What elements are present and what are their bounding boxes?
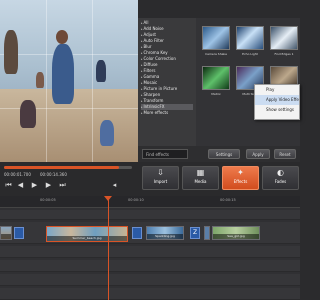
person-figure xyxy=(52,44,74,104)
media-label: Media xyxy=(194,179,207,184)
timeline-clip[interactable]: Sparkling.jpg xyxy=(146,226,184,240)
person-figure xyxy=(4,30,18,74)
person-figure xyxy=(36,72,44,88)
audio-track[interactable] xyxy=(0,260,300,272)
audio-track[interactable] xyxy=(0,274,300,286)
timecode-total: 00:00:14.360 xyxy=(40,172,67,177)
import-icon: ⇩ xyxy=(157,168,164,177)
playhead[interactable] xyxy=(108,196,109,300)
fades-label: Fades xyxy=(274,179,287,184)
effect-thumbnail-label: Camera Shake xyxy=(205,52,227,56)
apply-button[interactable]: Apply xyxy=(246,149,270,159)
effects-track[interactable] xyxy=(0,246,300,258)
context-menu[interactable]: Play Apply Video Effe... Show settings xyxy=(254,84,300,120)
ruler-mark: 00:00:15 xyxy=(220,198,236,202)
clip-label: Summer_beach.jpg xyxy=(47,236,127,241)
video-preview[interactable] xyxy=(0,0,138,162)
effect-thumbnail[interactable] xyxy=(202,66,230,90)
fades-button[interactable]: ◐ Fades xyxy=(262,166,299,190)
effect-thumbnail-label: Matrix xyxy=(211,92,221,96)
effect-thumbnail-label: Echo Light xyxy=(242,52,258,56)
scrub-bar[interactable] xyxy=(4,166,132,169)
person-figure xyxy=(96,60,106,82)
text-track[interactable] xyxy=(0,210,300,220)
transition-marker[interactable] xyxy=(132,227,142,239)
timeline-clip[interactable] xyxy=(0,226,12,240)
frame-divider xyxy=(46,0,47,162)
context-menu-play[interactable]: Play xyxy=(255,85,299,95)
volume-icon[interactable]: ◂ xyxy=(110,181,119,190)
ruler-mark: 00:00:05 xyxy=(40,198,56,202)
frame-divider xyxy=(92,0,93,162)
fx-icon: ✦ xyxy=(237,168,244,177)
timeline-clip[interactable]: Sea_girl.jpg xyxy=(212,226,260,240)
transition-marker[interactable]: Z xyxy=(190,227,200,239)
step-forward-icon[interactable]: ▶ xyxy=(44,181,53,190)
transition-marker[interactable] xyxy=(14,227,24,239)
clip-label: Sparkling.jpg xyxy=(147,234,183,239)
playback-controls: 00:00:01.700 00:00:14.360 ⏮ ◀ ▶ ▶ ⏭ ◂ xyxy=(0,162,138,196)
effects-category-list[interactable]: All Add Noise Adjust Auto Filter Blur Ch… xyxy=(138,18,196,146)
timeline[interactable]: 00:00:05 00:00:10 00:00:15 Summer_beach.… xyxy=(0,196,300,300)
main-toolbar: ⇩ Import ▦ Media ✦ Effects ◐ Fades xyxy=(138,162,300,196)
audio-track[interactable] xyxy=(0,288,300,300)
import-label: Import xyxy=(153,179,168,184)
fade-icon: ◐ xyxy=(277,168,284,177)
import-button[interactable]: ⇩ Import xyxy=(142,166,179,190)
clip-label xyxy=(1,234,11,239)
context-menu-show-settings[interactable]: Show settings xyxy=(255,105,299,115)
effects-button[interactable]: ✦ Effects xyxy=(222,166,259,190)
effect-thumbnail-label: Find Edges 1 xyxy=(274,52,294,56)
person-figure xyxy=(100,120,114,146)
skip-back-icon[interactable]: ⏮ xyxy=(4,181,13,190)
clip-label: Sea_girl.jpg xyxy=(213,234,259,239)
person-head xyxy=(56,30,68,44)
video-track[interactable]: Summer_beach.jpg Sparkling.jpg Z Sea_gir… xyxy=(0,222,300,244)
timeline-clip[interactable] xyxy=(204,226,210,240)
person-figure xyxy=(20,100,36,128)
timeline-clip-selected[interactable]: Summer_beach.jpg xyxy=(46,226,128,242)
media-button[interactable]: ▦ Media xyxy=(182,166,219,190)
effects-toolbar: Find effects Settings Apply Reset xyxy=(138,146,300,162)
effect-thumbnails-panel[interactable]: Camera Shake Echo Light Find Edges 1 Mat… xyxy=(196,18,300,146)
settings-button[interactable]: Settings xyxy=(208,149,240,159)
play-icon[interactable]: ▶ xyxy=(30,181,39,190)
step-back-icon[interactable]: ◀ xyxy=(16,181,25,190)
effect-category-item[interactable]: More effects xyxy=(141,110,193,116)
timeline-ruler[interactable]: 00:00:05 00:00:10 00:00:15 xyxy=(0,196,300,208)
context-menu-apply-video-effect[interactable]: Apply Video Effe... xyxy=(255,95,299,105)
effect-thumbnail[interactable] xyxy=(236,26,264,50)
effect-thumbnail[interactable] xyxy=(270,26,298,50)
playhead-handle[interactable] xyxy=(104,196,112,201)
skip-forward-icon[interactable]: ⏭ xyxy=(58,181,67,190)
ruler-mark: 00:00:10 xyxy=(128,198,144,202)
effects-label: Effects xyxy=(233,179,248,184)
film-icon: ▦ xyxy=(196,168,205,177)
scrub-progress xyxy=(4,166,120,169)
find-effects-input[interactable]: Find effects xyxy=(142,149,188,159)
timecode-current: 00:00:01.700 xyxy=(4,172,31,177)
effect-thumbnail[interactable] xyxy=(202,26,230,50)
reset-button[interactable]: Reset xyxy=(274,149,296,159)
